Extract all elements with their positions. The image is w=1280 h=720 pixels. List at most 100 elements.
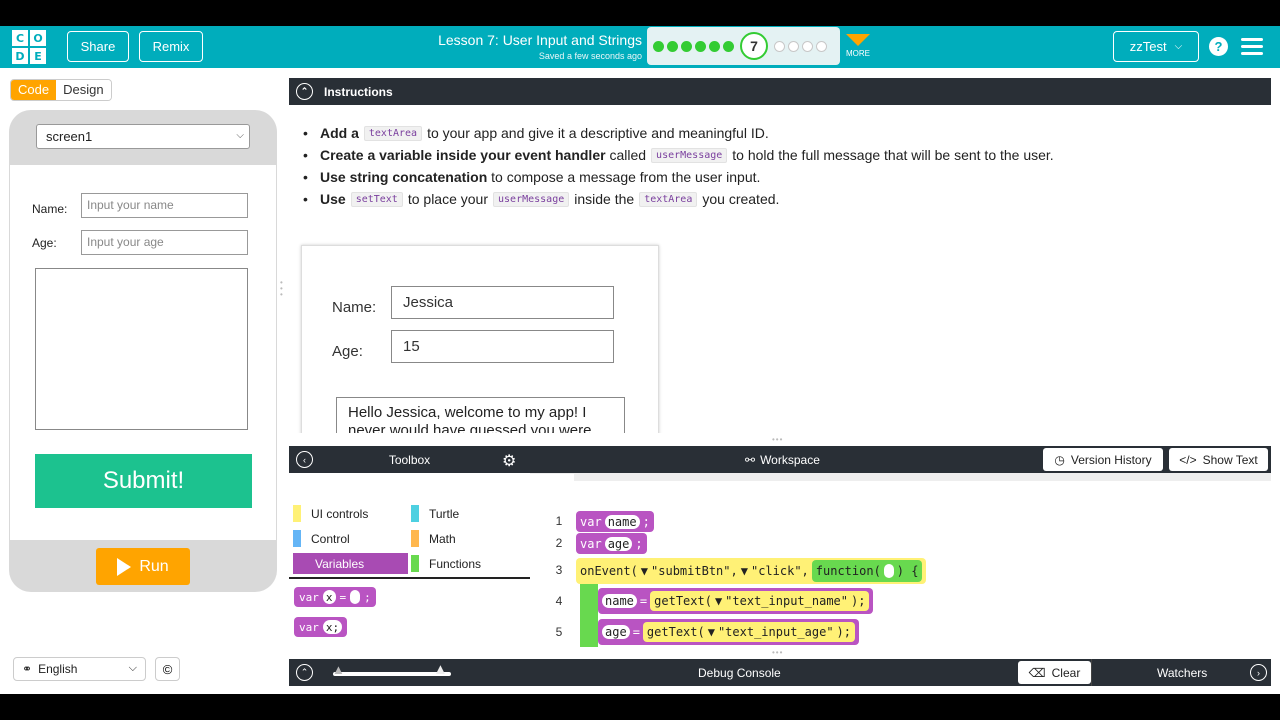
get-text-block[interactable]: getText( ▼ "text_input_name" ); <box>650 591 870 611</box>
debug-console-header: ⌃ ▲ ▲ Debug Console ⌫ Clear Watchers › <box>289 659 1271 686</box>
instructions-header: ⌃ Instructions <box>289 78 1271 105</box>
collapse-debug-icon[interactable]: ⌃ <box>296 664 313 681</box>
progress-dot-8[interactable] <box>774 40 785 52</box>
param-slot <box>883 564 894 578</box>
progress-dot-9[interactable] <box>788 40 799 52</box>
function-block[interactable]: function( ) { <box>811 560 923 582</box>
instruction-item: • Create a variable inside your event ha… <box>303 147 1054 163</box>
var-age-block[interactable]: var age ; <box>576 533 647 554</box>
progress-dot-1[interactable] <box>653 40 664 52</box>
more-button[interactable]: MORE <box>845 32 871 58</box>
category-functions[interactable]: Functions <box>407 553 481 574</box>
dropdown-icon[interactable]: ▼ <box>715 594 722 608</box>
screen-select[interactable]: screen1 ⌵ <box>36 124 250 149</box>
block-slot: x; <box>322 620 343 634</box>
block-slot: name <box>604 514 640 529</box>
show-text-button[interactable]: </> Show Text <box>1169 448 1268 471</box>
color-swatch <box>411 555 419 572</box>
line-gutter: 1 2 3 4 5 6 <box>530 474 574 647</box>
mock-name-input: Jessica <box>391 286 614 319</box>
category-control[interactable]: Control <box>289 528 350 549</box>
line-number: 2 <box>555 536 563 550</box>
help-icon[interactable]: ? <box>1209 37 1228 56</box>
gear-icon[interactable]: ⚙ <box>502 451 516 471</box>
line-number: 3 <box>555 563 563 577</box>
progress-dot-6[interactable] <box>723 40 734 52</box>
run-button[interactable]: Run <box>96 548 190 585</box>
progress-dot-4[interactable] <box>695 40 706 52</box>
debug-resize-handle[interactable]: ••• <box>772 648 783 657</box>
instruction-text: to hold the full message that will be se… <box>732 147 1054 163</box>
block-operator: = <box>339 590 347 604</box>
category-label: Variables <box>315 556 365 571</box>
hamburger-menu-icon[interactable] <box>1241 38 1263 59</box>
collapse-toolbox-icon[interactable]: ‹ <box>296 451 313 468</box>
expand-watchers-icon[interactable]: › <box>1250 664 1267 681</box>
category-ui-controls[interactable]: UI controls <box>289 503 368 524</box>
logo-letter-c: C <box>12 30 28 46</box>
var-name-block[interactable]: var name ; <box>576 511 654 532</box>
block-arg: "text_input_name" <box>725 594 848 608</box>
instruction-item: • Add a textArea to your app and give it… <box>303 125 769 141</box>
code-token: userMessage <box>651 147 728 163</box>
name-input[interactable]: Input your name <box>81 193 248 218</box>
name-label: Name: <box>32 202 68 216</box>
block-operator: = <box>639 594 648 608</box>
design-mode-button[interactable]: Design <box>56 80 111 100</box>
more-arrow-icon <box>846 34 870 46</box>
share-button[interactable]: Share <box>67 31 129 62</box>
version-history-button[interactable]: ◷ Version History <box>1043 448 1163 471</box>
block-slot: x <box>322 590 336 604</box>
user-menu-button[interactable]: zzTest ⌵ <box>1113 31 1199 62</box>
clear-console-button[interactable]: ⌫ Clear <box>1018 661 1091 684</box>
message-textarea[interactable] <box>35 268 248 430</box>
block-end: ; <box>635 536 643 551</box>
category-turtle[interactable]: Turtle <box>407 503 459 524</box>
on-event-block[interactable]: onEvent( ▼ "submitBtn", ▼ "click", funct… <box>576 558 927 584</box>
rabbit-fast-icon: ▲ <box>433 661 448 678</box>
dropdown-icon[interactable]: ▼ <box>741 564 748 578</box>
panel-resize-handle[interactable]: • • • <box>280 279 284 299</box>
block-function: onEvent( <box>580 564 638 578</box>
dropdown-icon[interactable]: ▼ <box>641 564 648 578</box>
code-workspace[interactable]: 1 2 3 4 5 6 var name ; var age ; onEvent… <box>530 473 1271 647</box>
remix-button[interactable]: Remix <box>139 31 203 62</box>
code-org-logo[interactable]: C O D E <box>12 30 46 64</box>
category-variables[interactable]: Variables <box>293 553 408 574</box>
progress-dot-10[interactable] <box>802 40 813 52</box>
mock-age-label: Age: <box>332 343 363 360</box>
submit-button[interactable]: Submit! <box>35 454 252 508</box>
eraser-icon: ⌫ <box>1028 665 1046 680</box>
dropdown-icon[interactable]: ▼ <box>708 625 715 639</box>
progress-dot-3[interactable] <box>681 40 692 52</box>
instruction-bold: Create a variable inside your event hand… <box>320 147 606 163</box>
var-assign-block[interactable]: var x = ; <box>294 587 376 607</box>
chevron-down-icon: ⌵ <box>128 662 137 674</box>
category-math[interactable]: Math <box>407 528 456 549</box>
category-label: Math <box>429 531 456 546</box>
progress-dot-11[interactable] <box>816 40 827 52</box>
instructions-panel: • Add a textArea to your app and give it… <box>289 105 1271 433</box>
top-header: C O D E Share Remix Lesson 7: User Input… <box>0 26 1280 68</box>
get-text-block[interactable]: getText( ▼ "text_input_age" ); <box>642 622 855 642</box>
horizontal-scrollbar[interactable] <box>574 474 1271 481</box>
show-text-label: Show Text <box>1202 452 1258 467</box>
instruction-item: • Use string concatenation to compose a … <box>303 169 761 185</box>
vertical-resize-handle[interactable]: ••• <box>772 435 783 444</box>
instructions-title: Instructions <box>324 84 393 99</box>
language-select[interactable]: ⚭ English ⌵ <box>13 657 146 681</box>
lesson-title[interactable]: Lesson 7: User Input and Strings <box>400 32 642 48</box>
collapse-instructions-icon[interactable]: ⌃ <box>296 83 313 100</box>
assign-name-block[interactable]: name = getText( ▼ "text_input_name" ); <box>598 588 874 614</box>
code-mode-button[interactable]: Code <box>11 80 57 100</box>
code-token: textArea <box>639 191 698 207</box>
mock-message-box: Hello Jessica, welcome to my app! I neve… <box>336 397 625 433</box>
progress-dot-current[interactable]: 7 <box>740 32 768 60</box>
progress-dot-5[interactable] <box>709 40 720 52</box>
copyright-button[interactable]: © <box>155 657 180 681</box>
block-slot: age <box>604 536 633 551</box>
progress-dot-2[interactable] <box>667 40 678 52</box>
assign-age-block[interactable]: age = getText( ▼ "text_input_age" ); <box>598 619 859 645</box>
age-input[interactable]: Input your age <box>81 230 248 255</box>
var-declare-block[interactable]: var x; <box>294 617 348 637</box>
